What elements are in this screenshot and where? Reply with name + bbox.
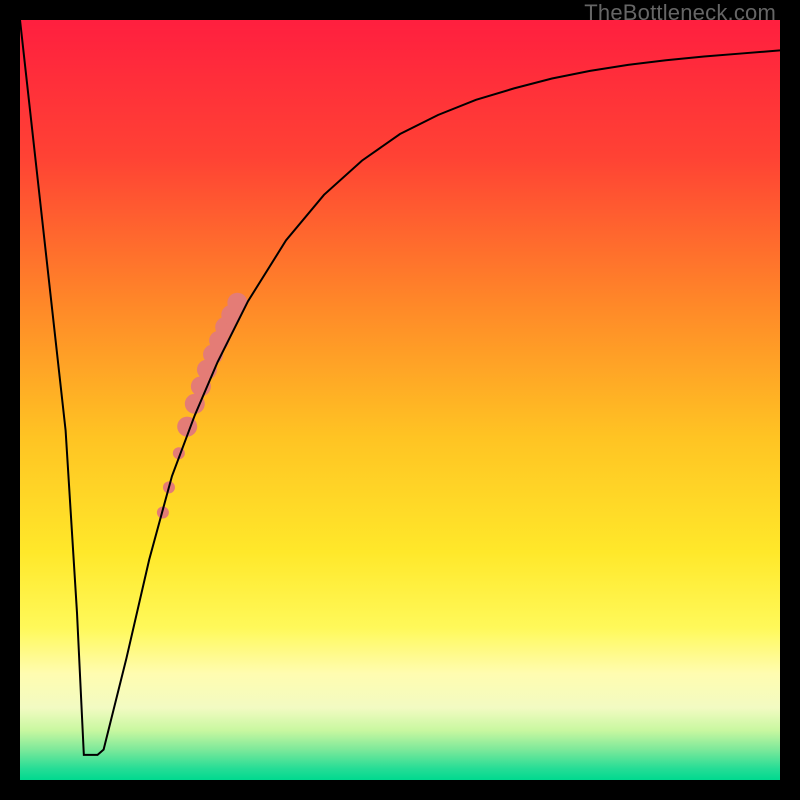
plot-area <box>20 20 780 780</box>
chart-frame: TheBottleneck.com <box>0 0 800 800</box>
watermark-text: TheBottleneck.com <box>584 0 776 26</box>
background-gradient <box>20 20 780 780</box>
